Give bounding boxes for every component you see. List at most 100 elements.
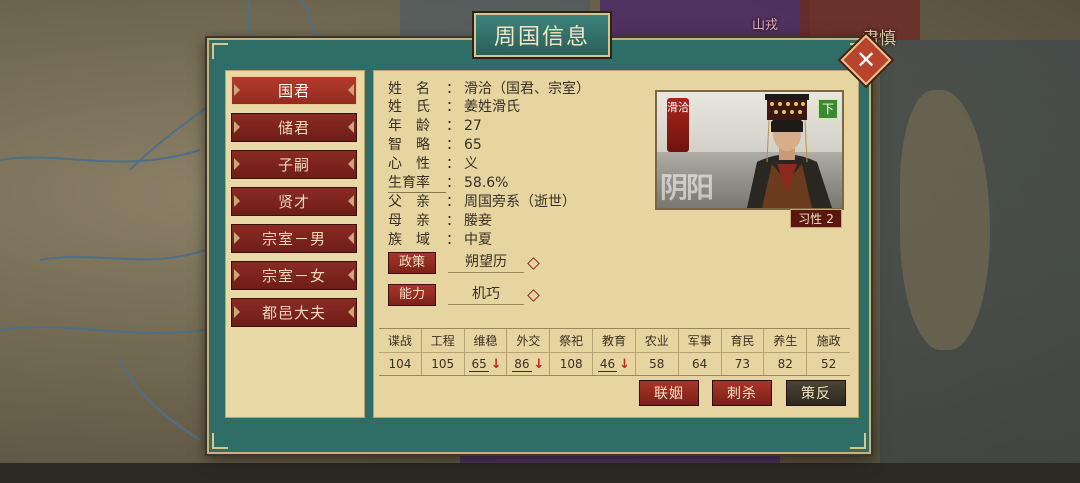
stat-column: 教育 46 ↓: [593, 329, 636, 375]
stat-cell: 73: [722, 353, 764, 375]
arrow-down-icon: ↓: [490, 356, 502, 372]
status-badge[interactable]: 下: [818, 99, 838, 119]
stat-column: 军事 64: [678, 329, 722, 375]
stat-column: 维稳 65 ↓: [464, 329, 508, 375]
field-value: 周国旁系（逝世）: [464, 194, 576, 210]
field-label: 年 龄: [388, 118, 430, 134]
stat-header: 军事: [678, 329, 721, 353]
field-clan: 姓 氏：姜姓滑氏: [388, 96, 520, 116]
policy-value: 朔望历: [448, 252, 524, 273]
bottom-bar: [0, 463, 1080, 483]
field-value: 义: [464, 156, 478, 172]
subvert-button[interactable]: 策反: [786, 380, 846, 406]
map-label-shanrong: 山戎: [752, 18, 779, 33]
assassinate-button[interactable]: 刺杀: [712, 380, 772, 406]
attribute-stats-table: 谍战 104 工程 105 维稳 65 ↓ 外交 86 ↓ 祭祀 108 教育 46…: [379, 328, 850, 376]
field-value: 媵妾: [464, 213, 492, 229]
stat-cell: 108: [550, 353, 592, 375]
stat-column: 养生 82: [764, 329, 808, 375]
stat-header: 育民: [721, 329, 764, 353]
stat-value: 104: [388, 357, 412, 371]
stat-header: 施政: [807, 329, 850, 353]
marriage-button[interactable]: 联姻: [639, 380, 699, 406]
tab-talents[interactable]: 贤才: [231, 187, 357, 216]
field-label: 母 亲: [388, 213, 430, 229]
field-label: 姓 名: [388, 81, 430, 97]
field-value: 65: [464, 137, 482, 153]
field-mother: 母 亲：媵妾: [388, 210, 492, 230]
stat-column: 外交 86 ↓: [507, 329, 551, 375]
close-icon: ✕: [855, 46, 877, 74]
stat-cell: 82: [764, 353, 806, 375]
field-age: 年 龄： 27: [388, 115, 482, 135]
stat-value: 73: [734, 357, 751, 371]
tab-clan-male[interactable]: 宗室－男: [231, 224, 357, 253]
stat-header: 外交: [507, 329, 550, 353]
stat-column: 农业 58: [635, 329, 679, 375]
stat-column: 育民 73: [721, 329, 765, 375]
stat-column: 谍战 104: [379, 329, 422, 375]
dialog-title: 周国信息: [474, 13, 610, 57]
stat-column: 工程 105: [421, 329, 465, 375]
stat-cell: 86 ↓: [507, 353, 549, 375]
stat-value: 64: [691, 357, 708, 371]
stat-value: 105: [431, 357, 455, 371]
frame-corner: [212, 433, 228, 449]
trait-value: 2: [826, 211, 834, 226]
arrow-down-icon: ↓: [619, 356, 631, 372]
stat-column: 祭祀 108: [550, 329, 594, 375]
tab-heir[interactable]: 储君: [231, 113, 357, 142]
field-name: 姓 名：滑洽（国君、宗室）: [388, 78, 590, 98]
stat-header: 工程: [421, 329, 464, 353]
stat-column: 施政 52: [807, 329, 850, 375]
trait-badge[interactable]: 习性 2: [790, 209, 842, 228]
portrait-watermark: 阴阳: [660, 171, 714, 204]
stat-header: 养生: [764, 329, 807, 353]
ability-button[interactable]: 能力: [388, 284, 436, 306]
field-value: 姜姓滑氏: [464, 99, 520, 115]
field-label: 生育率: [388, 172, 446, 193]
arrow-down-icon: ↓: [533, 356, 545, 372]
stat-cell: 52: [807, 353, 850, 375]
tab-children[interactable]: 子嗣: [231, 150, 357, 179]
field-value: 27: [464, 118, 482, 134]
stat-cell: 64: [679, 353, 721, 375]
stat-value: 65: [469, 356, 489, 372]
ruler-portrait[interactable]: 阴阳 滑洽 下: [655, 90, 844, 210]
stat-cell: 58: [636, 353, 678, 375]
field-fertility[interactable]: 生育率： 58.6%: [388, 172, 508, 193]
stat-header: 谍战: [379, 329, 421, 353]
stat-value: 52: [820, 357, 837, 371]
stat-cell: 46 ↓: [593, 353, 635, 375]
stat-cell: 65 ↓: [465, 353, 507, 375]
tab-ruler[interactable]: 国君: [231, 76, 357, 105]
tab-clan-female[interactable]: 宗室－女: [231, 261, 357, 290]
field-temperament: 心 性：义: [388, 153, 478, 173]
field-label: 父 亲: [388, 194, 430, 210]
stat-value: 82: [777, 357, 793, 371]
policy-button[interactable]: 政策: [388, 252, 436, 274]
frame-corner: [850, 433, 866, 449]
field-label: 姓 氏: [388, 99, 430, 115]
portrait-name-seal: 滑洽: [667, 98, 689, 152]
ability-value: 机巧: [448, 284, 524, 305]
frame-corner: [212, 43, 228, 59]
stat-header: 教育: [593, 329, 635, 353]
field-intellect: 智 略： 65: [388, 134, 482, 154]
stat-value: 86: [512, 356, 532, 372]
stat-header: 农业: [635, 329, 678, 353]
field-father: 父 亲：周国旁系（逝世）: [388, 191, 576, 211]
stat-value: 46: [597, 356, 618, 372]
field-value: 中夏: [464, 232, 492, 248]
trait-label: 习性: [798, 212, 823, 226]
stat-cell: 104: [379, 353, 421, 375]
field-label: 族 域: [388, 232, 430, 248]
stat-value: 108: [559, 357, 583, 371]
stat-cell: 105: [422, 353, 464, 375]
stat-header: 维稳: [464, 329, 507, 353]
field-value: 58.6%: [464, 175, 509, 191]
field-label: 智 略: [388, 137, 430, 153]
field-ethnicity: 族 域：中夏: [388, 229, 492, 249]
field-value: 滑洽（国君、宗室）: [464, 81, 590, 97]
tab-city-officials[interactable]: 都邑大夫: [231, 298, 357, 327]
